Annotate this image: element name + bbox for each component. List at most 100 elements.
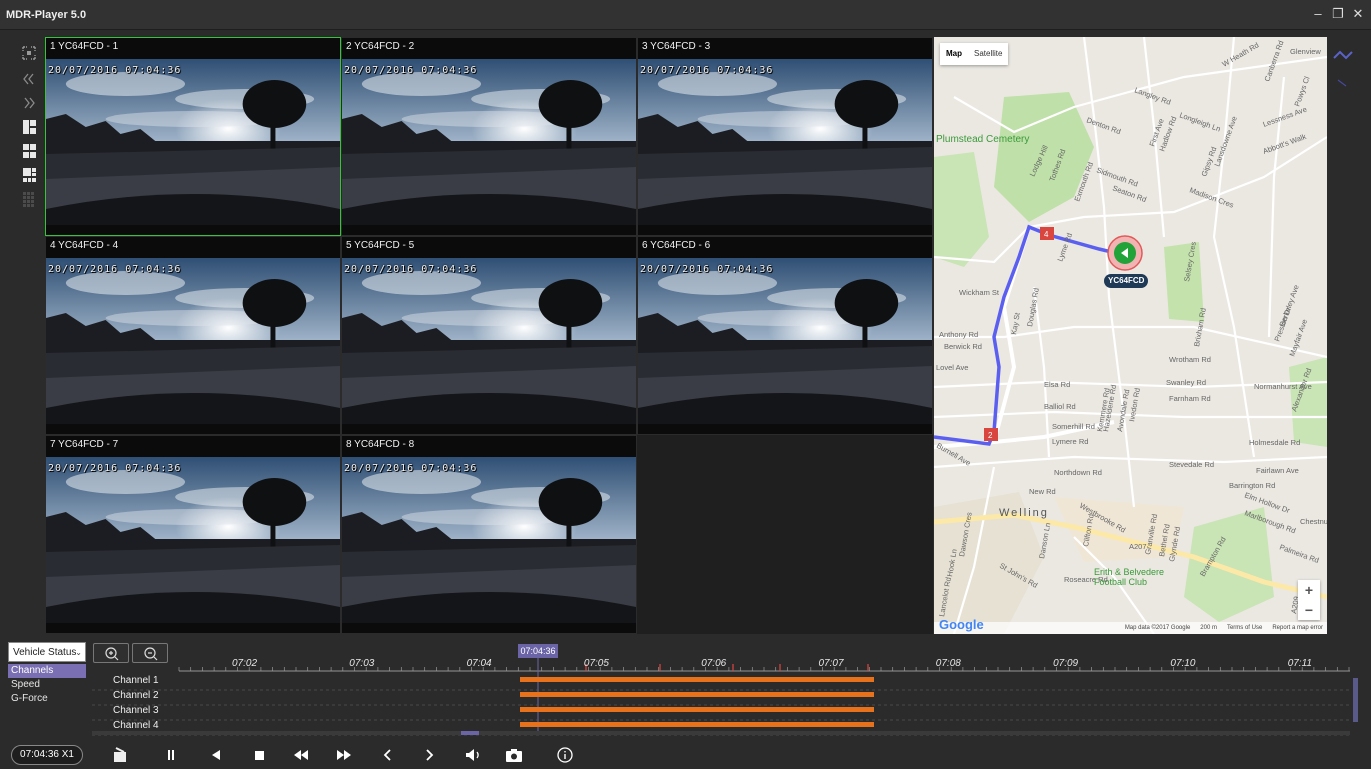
minimize-icon[interactable]: – <box>1311 7 1325 21</box>
map-road-label: Swanley Rd <box>1166 378 1206 387</box>
rewind-icon[interactable] <box>290 746 312 764</box>
prev-frame-icon[interactable] <box>205 746 227 764</box>
vehicle-label[interactable]: YC64FCD <box>1104 274 1149 288</box>
map-road-label: Wrotham Rd <box>1169 355 1211 364</box>
video-timestamp: 20/07/2016 07:04:36 <box>344 463 478 474</box>
football-label: Erith & Belvedere Football Club <box>1094 567 1165 587</box>
map-scale: 200 m <box>1200 625 1217 631</box>
map-road-label: Somerhill Rd <box>1052 422 1095 431</box>
fast-forward-icon[interactable] <box>333 746 355 764</box>
recording-segment <box>520 722 874 727</box>
layout-16-icon[interactable] <box>18 190 40 208</box>
info-icon[interactable] <box>554 746 576 764</box>
timeline-tick-label: 07:08 <box>935 658 961 669</box>
video-frame <box>46 457 340 623</box>
map-road-label: Fairlawn Ave <box>1256 466 1299 475</box>
video-timestamp: 20/07/2016 07:04:36 <box>344 65 478 76</box>
video-channel-cell[interactable]: 5 YC64FCD - 5 20/07/2016 07:04:36 <box>341 236 637 435</box>
map-button[interactable]: Map <box>940 43 968 65</box>
time-display: 07:04:36 X1 <box>11 745 83 765</box>
timeline-tick-label: 07:07 <box>818 658 844 669</box>
video-frame <box>46 258 340 424</box>
app-title: MDR-Player 5.0 <box>6 9 87 21</box>
channel-caption: 4 YC64FCD - 4 <box>50 240 119 251</box>
map-toolbar <box>1330 40 1364 100</box>
map-road-label: Northdown Rd <box>1054 468 1102 477</box>
timeline-tick-label: 07:11 <box>1287 658 1312 669</box>
timeline-tick-label: 07:03 <box>349 658 375 669</box>
channel-caption: 2 YC64FCD - 2 <box>346 41 415 52</box>
layout-9-icon[interactable] <box>18 166 40 184</box>
zoom-out-button[interactable]: − <box>1298 600 1320 620</box>
video-channel-cell[interactable]: 8 YC64FCD - 8 20/07/2016 07:04:36 <box>341 435 637 634</box>
map-panel[interactable]: Lodge Hill Wickham St Anthony Rd Berwick Rd… <box>934 37 1327 634</box>
google-logo: Google <box>939 617 984 632</box>
collapse-left-icon[interactable] <box>18 70 40 88</box>
satellite-button[interactable]: Satellite <box>968 43 1008 65</box>
cemetery-label: Plumstead Cemetery <box>936 134 1030 145</box>
timeline-vertical-scrollbar <box>1353 678 1358 722</box>
title-bar: MDR-Player 5.0 – ❐ ✕ <box>0 0 1371 30</box>
volume-icon[interactable] <box>462 746 484 764</box>
video-channel-cell[interactable]: 7 YC64FCD - 7 20/07/2016 07:04:36 <box>45 435 341 634</box>
channel-caption: 1 YC64FCD - 1 <box>50 41 119 52</box>
video-timestamp: 20/07/2016 07:04:36 <box>640 65 774 76</box>
window-controls: – ❐ ✕ <box>1311 7 1365 21</box>
timeline-horizontal-scrollbar <box>461 731 479 735</box>
map-road-label: Stevedale Rd <box>1169 460 1214 469</box>
measure-icon[interactable] <box>1330 74 1360 92</box>
timeline-canvas[interactable] <box>0 638 1371 738</box>
video-timestamp: 20/07/2016 07:04:36 <box>640 264 774 275</box>
map-road-label: Wickham St <box>959 288 1000 297</box>
route-track-icon[interactable] <box>1330 46 1360 64</box>
timeline[interactable]: 07:02 07:03 07:04 07:05 07:06 07:07 07:08 07:09… <box>0 638 1371 738</box>
close-icon[interactable]: ✕ <box>1351 7 1365 21</box>
snapshot-icon[interactable] <box>503 746 525 764</box>
report-link[interactable]: Report a map error <box>1272 622 1323 634</box>
video-frame <box>638 258 932 424</box>
channel-label: Channel 3 <box>113 705 159 716</box>
map-canvas[interactable]: Lodge HillWickham StAnthony RdBerwick Rd… <box>934 37 1327 634</box>
stop-icon[interactable] <box>248 746 270 764</box>
video-timestamp: 20/07/2016 07:04:36 <box>48 264 182 275</box>
map-road-label: Elsa Rd <box>1044 380 1070 389</box>
video-channel-cell[interactable]: 1 YC64FCD - 1 20/07/2016 07:04:36 <box>45 37 341 236</box>
timeline-horizontal-track <box>92 731 1350 735</box>
layout-4-alt-icon[interactable] <box>18 142 40 160</box>
fullscreen-icon[interactable] <box>18 44 40 62</box>
video-timestamp: 20/07/2016 07:04:36 <box>48 65 182 76</box>
step-back-icon[interactable] <box>377 746 399 764</box>
layout-4-icon[interactable] <box>18 118 40 136</box>
timeline-tick-label: 07:04 <box>466 658 492 669</box>
zoom-in-button[interactable]: + <box>1298 580 1320 600</box>
map-zoom-control: + − <box>1298 580 1320 620</box>
terms-link[interactable]: Terms of Use <box>1227 622 1262 634</box>
timeline-tick-label: 07:06 <box>701 658 727 669</box>
expand-right-icon[interactable] <box>18 94 40 112</box>
video-channel-cell[interactable]: 6 YC64FCD - 6 20/07/2016 07:04:36 <box>637 236 933 435</box>
map-road-label: Balliol Rd <box>1044 402 1076 411</box>
marker-4-label: 4 <box>1044 230 1049 239</box>
video-grid: 1 YC64FCD - 1 20/07/2016 07:04:36 2 YC64… <box>45 37 933 634</box>
video-channel-cell[interactable]: 4 YC64FCD - 4 20/07/2016 07:04:36 <box>45 236 341 435</box>
left-toolbar <box>18 40 42 220</box>
channel-caption: 5 YC64FCD - 5 <box>346 240 415 251</box>
playback-controls: 07:04:36 X1 <box>0 741 1371 769</box>
channel-label: Channel 4 <box>113 720 159 731</box>
map-road-label: Holmesdale Rd <box>1249 438 1300 447</box>
video-timestamp: 20/07/2016 07:04:36 <box>344 264 478 275</box>
video-channel-cell[interactable]: 3 YC64FCD - 3 20/07/2016 07:04:36 <box>637 37 933 236</box>
step-forward-icon[interactable] <box>418 746 440 764</box>
timeline-tick-label: 07:10 <box>1170 658 1196 669</box>
map-road-label: New Rd <box>1029 487 1056 496</box>
welling-label: Welling <box>999 507 1049 519</box>
map-type-toggle: Map Satellite <box>940 43 1009 65</box>
restore-icon[interactable]: ❐ <box>1331 7 1345 21</box>
channel-caption: 6 YC64FCD - 6 <box>642 240 711 251</box>
map-road-label: Chestnut <box>1300 517 1327 526</box>
pause-icon[interactable] <box>160 746 182 764</box>
clip-icon[interactable] <box>109 746 131 764</box>
video-channel-cell[interactable]: 2 YC64FCD - 2 20/07/2016 07:04:36 <box>341 37 637 236</box>
channel-caption: 7 YC64FCD - 7 <box>50 439 119 450</box>
channel-label: Channel 2 <box>113 690 159 701</box>
